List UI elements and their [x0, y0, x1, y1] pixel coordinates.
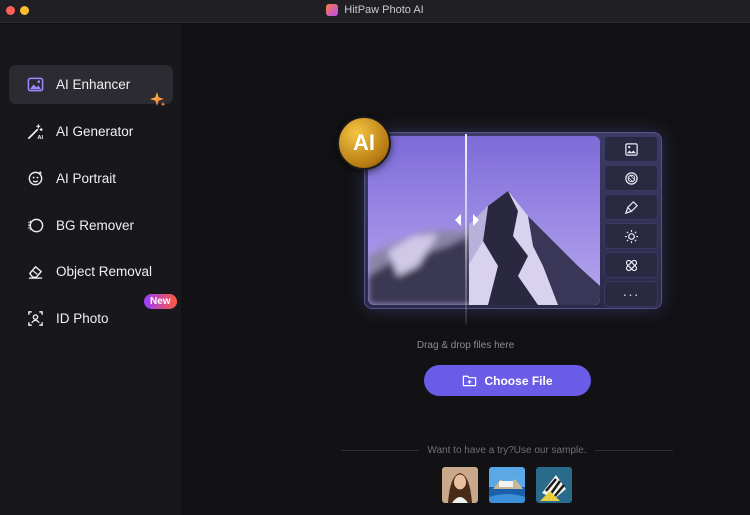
sample-thumbnail-coast[interactable] [489, 467, 525, 503]
sample-thumbnail-fish[interactable] [536, 467, 572, 503]
tool-bandage-button[interactable] [604, 252, 658, 278]
window-title-text: HitPaw Photo AI [344, 4, 424, 16]
sidebar-item-bg-remover[interactable]: BG Remover [9, 206, 173, 245]
mountain-preview-image [368, 136, 600, 305]
sidebar-item-ai-enhancer[interactable]: AI Enhancer [9, 65, 173, 104]
sparkle-icon [150, 92, 166, 107]
sample-thumbnail-portrait[interactable] [442, 467, 478, 503]
filter-icon [624, 171, 638, 185]
sidebar-item-label: AI Enhancer [56, 77, 131, 92]
choose-file-button[interactable]: Choose File [424, 365, 591, 396]
brightness-icon [624, 229, 638, 243]
sample-prompt: Want to have a try?Use our sample. [427, 444, 587, 456]
bg-remove-icon [27, 217, 44, 234]
choose-file-label: Choose File [484, 373, 553, 388]
main-panel: ··· AI Drag & drop files here Choose Fil… [181, 24, 750, 515]
eraser-icon [27, 263, 44, 280]
portrait-icon [27, 170, 44, 187]
id-photo-icon [27, 310, 44, 327]
sidebar-item-label: ID Photo [56, 311, 109, 326]
add-folder-icon [463, 375, 477, 387]
image-enhance-icon [27, 76, 44, 93]
tool-brightness-button[interactable] [604, 223, 658, 249]
compare-slider-handle-icon[interactable] [453, 213, 481, 227]
sidebar-item-label: Object Removal [56, 264, 153, 279]
brush-icon [624, 200, 638, 214]
compare-divider[interactable] [465, 134, 467, 324]
title-bar: HitPaw Photo AI [0, 0, 750, 23]
tool-brush-button[interactable] [604, 194, 658, 220]
tool-filter-button[interactable] [604, 165, 658, 191]
preview-card: ··· [364, 132, 662, 309]
app-logo-icon [326, 4, 339, 16]
tool-more-button[interactable]: ··· [604, 281, 658, 307]
svg-text:AI: AI [37, 135, 43, 140]
sample-divider: Want to have a try?Use our sample. [341, 443, 673, 457]
magic-wand-icon: AI [27, 123, 44, 140]
sidebar-item-label: AI Generator [56, 124, 134, 139]
tool-column: ··· [604, 136, 660, 310]
more-icon: ··· [622, 286, 640, 302]
sidebar-item-object-removal[interactable]: Object Removal [9, 252, 173, 291]
image-icon [624, 142, 638, 156]
bandage-icon [625, 259, 637, 271]
ai-badge: AI [337, 116, 391, 170]
sidebar-item-label: BG Remover [56, 218, 135, 233]
new-badge: New [144, 294, 177, 309]
window-title: HitPaw Photo AI [0, 4, 750, 16]
sidebar-item-label: AI Portrait [56, 171, 117, 186]
sidebar-item-ai-generator[interactable]: AI AI Generator [9, 112, 173, 151]
sidebar-item-ai-portrait[interactable]: AI Portrait [9, 159, 173, 198]
drag-drop-hint: Drag & drop files here [416, 340, 515, 351]
tool-image-button[interactable] [604, 136, 658, 162]
